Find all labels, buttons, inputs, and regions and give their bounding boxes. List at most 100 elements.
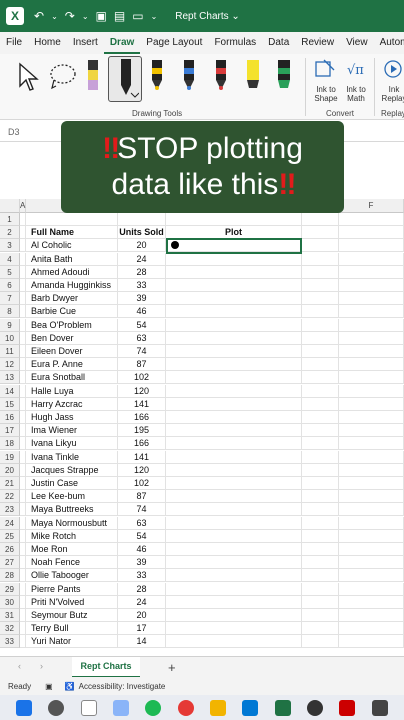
cell[interactable]	[302, 265, 339, 279]
document-title[interactable]: Rept Charts ⌄	[175, 11, 240, 22]
units-cell[interactable]: 63	[118, 516, 166, 530]
red-pen-icon[interactable]	[212, 58, 230, 98]
cell[interactable]	[339, 609, 404, 622]
name-cell[interactable]: Noah Fence	[26, 556, 118, 570]
units-cell[interactable]: 33	[118, 569, 166, 583]
cell[interactable]	[302, 424, 339, 438]
cell[interactable]	[339, 582, 404, 596]
units-cell[interactable]: 46	[118, 305, 166, 319]
cell[interactable]	[339, 226, 404, 240]
row-header[interactable]: 6	[0, 279, 20, 292]
cell[interactable]	[302, 292, 339, 306]
cell[interactable]	[339, 331, 404, 345]
name-cell[interactable]: Eura P. Anne	[26, 358, 118, 372]
plot-cell[interactable]	[166, 292, 302, 306]
cell[interactable]	[302, 635, 339, 649]
cell[interactable]	[339, 305, 404, 319]
plot-cell[interactable]	[166, 397, 302, 411]
plot-cell[interactable]	[166, 477, 302, 490]
windows-start-icon[interactable]	[16, 699, 33, 716]
tab-formulas[interactable]: Formulas	[208, 32, 262, 54]
cell[interactable]	[339, 516, 404, 530]
header-units-sold[interactable]: Units Sold	[118, 226, 166, 240]
name-cell[interactable]: Ima Wiener	[26, 424, 118, 438]
name-cell[interactable]: Al Coholic	[26, 239, 118, 253]
row-header[interactable]: 29	[0, 582, 20, 596]
cell[interactable]	[339, 384, 404, 398]
plot-cell[interactable]	[166, 463, 302, 477]
name-cell[interactable]: Barbie Cue	[26, 305, 118, 319]
ink-replay-icon[interactable]	[383, 58, 403, 80]
calculator-icon[interactable]	[371, 699, 388, 716]
tab-insert[interactable]: Insert	[67, 32, 104, 54]
obs-icon[interactable]	[307, 699, 324, 716]
cell[interactable]	[302, 556, 339, 570]
cell[interactable]	[339, 252, 404, 266]
cell[interactable]	[302, 345, 339, 358]
plot-cell[interactable]	[166, 265, 302, 279]
units-cell[interactable]: 33	[118, 279, 166, 292]
spotify-icon[interactable]	[145, 699, 162, 716]
row-header[interactable]: 7	[0, 292, 20, 306]
cell[interactable]	[339, 279, 404, 292]
row-header[interactable]: 24	[0, 516, 20, 530]
open-folder-icon[interactable]: ▭	[132, 9, 143, 23]
save-icon[interactable]: ▣	[96, 9, 107, 23]
cell[interactable]	[302, 371, 339, 385]
cell[interactable]	[302, 305, 339, 319]
row-header[interactable]: 17	[0, 424, 20, 438]
name-cell[interactable]: Ivana Likyu	[26, 437, 118, 451]
plot-cell[interactable]	[166, 543, 302, 556]
name-cell[interactable]: Lee Kee-bum	[26, 490, 118, 504]
plot-cell[interactable]	[166, 371, 302, 385]
units-cell[interactable]: 141	[118, 450, 166, 464]
name-cell[interactable]: Ollie Tabooger	[26, 569, 118, 583]
cell[interactable]	[302, 503, 339, 517]
form-icon[interactable]: ▤	[114, 9, 125, 23]
plot-cell[interactable]	[166, 556, 302, 570]
plot-cell[interactable]	[166, 424, 302, 438]
name-cell[interactable]: Maya Normousbutt	[26, 516, 118, 530]
units-cell[interactable]: 195	[118, 424, 166, 438]
units-cell[interactable]: 17	[118, 622, 166, 636]
select-cursor-icon[interactable]	[16, 58, 40, 98]
row-header[interactable]: 14	[0, 384, 20, 398]
cell[interactable]	[166, 213, 302, 226]
name-cell[interactable]: Justin Case	[26, 477, 118, 490]
plot-cell[interactable]	[166, 318, 302, 332]
cell[interactable]	[302, 318, 339, 332]
units-cell[interactable]: 46	[118, 543, 166, 556]
yellow-highlighter-icon[interactable]	[244, 58, 262, 98]
row-header[interactable]: 10	[0, 331, 20, 345]
row-header[interactable]: 4	[0, 252, 20, 266]
cell[interactable]	[302, 516, 339, 530]
plot-cell[interactable]	[166, 529, 302, 543]
cell[interactable]	[339, 595, 404, 609]
cell[interactable]	[339, 213, 404, 226]
row-header[interactable]: 11	[0, 345, 20, 358]
cell[interactable]	[339, 556, 404, 570]
cell[interactable]	[302, 358, 339, 372]
tab-file[interactable]: File	[0, 32, 28, 54]
name-cell[interactable]: Maya Buttreeks	[26, 503, 118, 517]
select-all-corner[interactable]	[0, 199, 20, 213]
cell[interactable]	[339, 529, 404, 543]
row-header[interactable]: 25	[0, 529, 20, 543]
name-cell[interactable]: Yuri Nator	[26, 635, 118, 649]
row-header[interactable]: 31	[0, 609, 20, 622]
cell[interactable]	[339, 477, 404, 490]
row-header[interactable]: 19	[0, 450, 20, 464]
units-cell[interactable]: 74	[118, 345, 166, 358]
plot-cell[interactable]	[166, 345, 302, 358]
name-cell[interactable]: Moe Ron	[26, 543, 118, 556]
tab-data[interactable]: Data	[262, 32, 295, 54]
cell[interactable]	[302, 595, 339, 609]
cell[interactable]	[339, 635, 404, 649]
plot-cell[interactable]	[166, 450, 302, 464]
macro-icon[interactable]: ▣	[45, 682, 53, 691]
sheet-tab-rept-charts[interactable]: Rept Charts	[72, 657, 140, 678]
cell[interactable]	[302, 569, 339, 583]
cell[interactable]	[339, 411, 404, 424]
row-header[interactable]: 13	[0, 371, 20, 385]
units-cell[interactable]: 20	[118, 239, 166, 253]
